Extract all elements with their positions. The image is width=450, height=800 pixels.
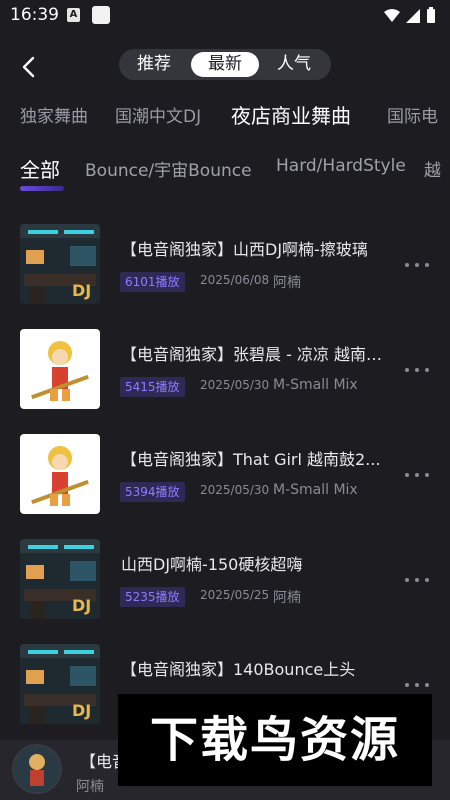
- back-arrow-icon[interactable]: [14, 52, 44, 82]
- tab-international[interactable]: 国际电: [387, 102, 438, 127]
- subtab-active-indicator: [20, 186, 64, 191]
- signal-icon: [406, 9, 420, 23]
- status-icons: [384, 7, 435, 23]
- status-bar: 16:39 A: [0, 0, 450, 32]
- track-date: 2025/05/30: [200, 483, 270, 497]
- monkey-king-cover-image: [20, 329, 100, 409]
- more-options-icon[interactable]: [405, 365, 433, 375]
- play-count-badge: 6101播放: [120, 272, 185, 292]
- track-cover: [20, 329, 100, 409]
- subtab-hardstyle[interactable]: Hard/HardStyle: [276, 156, 406, 176]
- play-count-badge: 5415播放: [120, 377, 185, 397]
- category-tabs: 独家舞曲 国潮中文DJ 夜店商业舞曲 国际电: [0, 98, 450, 138]
- sort-segmented-control: 推荐 最新 人气: [119, 49, 331, 80]
- track-row[interactable]: DJ 【电音阁独家】山西DJ啊楠-擦玻璃 6101播放 2025/06/08 阿…: [0, 210, 450, 315]
- player-track-artist: 阿楠: [76, 779, 104, 795]
- track-artist: M-Small Mix: [273, 377, 358, 393]
- segment-popular[interactable]: 人气: [267, 52, 321, 77]
- more-options-icon[interactable]: [405, 575, 433, 585]
- subtab-bounce[interactable]: Bounce/宇宙Bounce: [85, 156, 252, 181]
- more-options-icon[interactable]: [405, 680, 433, 690]
- notification-a-icon: A: [67, 8, 80, 22]
- track-row[interactable]: 【电音阁独家】张碧晨 - 凉凉 越南鼓... 5415播放 2025/05/30…: [0, 315, 450, 420]
- track-title: 【电音阁独家】张碧晨 - 凉凉 越南鼓...: [121, 345, 396, 364]
- wifi-icon: [384, 9, 400, 22]
- track-cover: DJ: [20, 539, 100, 619]
- track-title: 【电音阁独家】That Girl 越南鼓2...: [121, 450, 381, 469]
- svg-text:DJ: DJ: [72, 281, 91, 300]
- dj-studio-cover-image: DJ: [20, 539, 100, 619]
- battery-icon: [427, 7, 435, 23]
- subcategory-tabs: 全部 Bounce/宇宙Bounce Hard/HardStyle 越: [0, 150, 450, 200]
- track-date: 2025/06/08: [200, 273, 270, 287]
- track-cover: DJ: [20, 644, 100, 724]
- subtab-more[interactable]: 越: [424, 156, 441, 181]
- play-count-badge: 5394播放: [120, 482, 185, 502]
- track-cover: [20, 434, 100, 514]
- track-row[interactable]: DJ 山西DJ啊楠-150硬核超嗨 5235播放 2025/05/25 阿楠: [0, 525, 450, 630]
- track-artist: 阿楠: [273, 590, 301, 606]
- monkey-king-cover-image: [20, 434, 100, 514]
- track-title: 【电音阁独家】山西DJ啊楠-擦玻璃: [121, 240, 368, 259]
- player-cover-image: [14, 746, 60, 792]
- notification-app-icon: [92, 6, 110, 24]
- status-time: 16:39: [10, 5, 59, 25]
- subtab-all[interactable]: 全部: [20, 154, 60, 183]
- tab-exclusive-dance[interactable]: 独家舞曲: [20, 102, 88, 127]
- svg-text:DJ: DJ: [72, 596, 91, 615]
- tab-nightclub-dance[interactable]: 夜店商业舞曲: [231, 100, 351, 129]
- track-date: 2025/05/30: [200, 378, 270, 392]
- track-artist: M-Small Mix: [273, 482, 358, 498]
- segment-recommended[interactable]: 推荐: [127, 52, 181, 77]
- track-artist: 阿楠: [273, 275, 301, 291]
- track-row[interactable]: 【电音阁独家】That Girl 越南鼓2... 5394播放 2025/05/…: [0, 420, 450, 525]
- more-options-icon[interactable]: [405, 260, 433, 270]
- dj-studio-cover-image: DJ: [20, 644, 100, 724]
- segment-latest[interactable]: 最新: [191, 52, 259, 77]
- player-cover: [12, 744, 62, 794]
- tab-guochao-dj[interactable]: 国潮中文DJ: [115, 102, 201, 127]
- track-title: 山西DJ啊楠-150硬核超嗨: [121, 555, 303, 574]
- watermark-logo: 下载鸟资源: [118, 694, 432, 786]
- svg-text:DJ: DJ: [72, 701, 91, 720]
- more-options-icon[interactable]: [405, 470, 433, 480]
- play-count-badge: 5235播放: [120, 587, 185, 607]
- track-date: 2025/05/25: [200, 588, 270, 602]
- dj-studio-cover-image: DJ: [20, 224, 100, 304]
- track-cover: DJ: [20, 224, 100, 304]
- track-title: 【电音阁独家】140Bounce上头: [121, 660, 356, 679]
